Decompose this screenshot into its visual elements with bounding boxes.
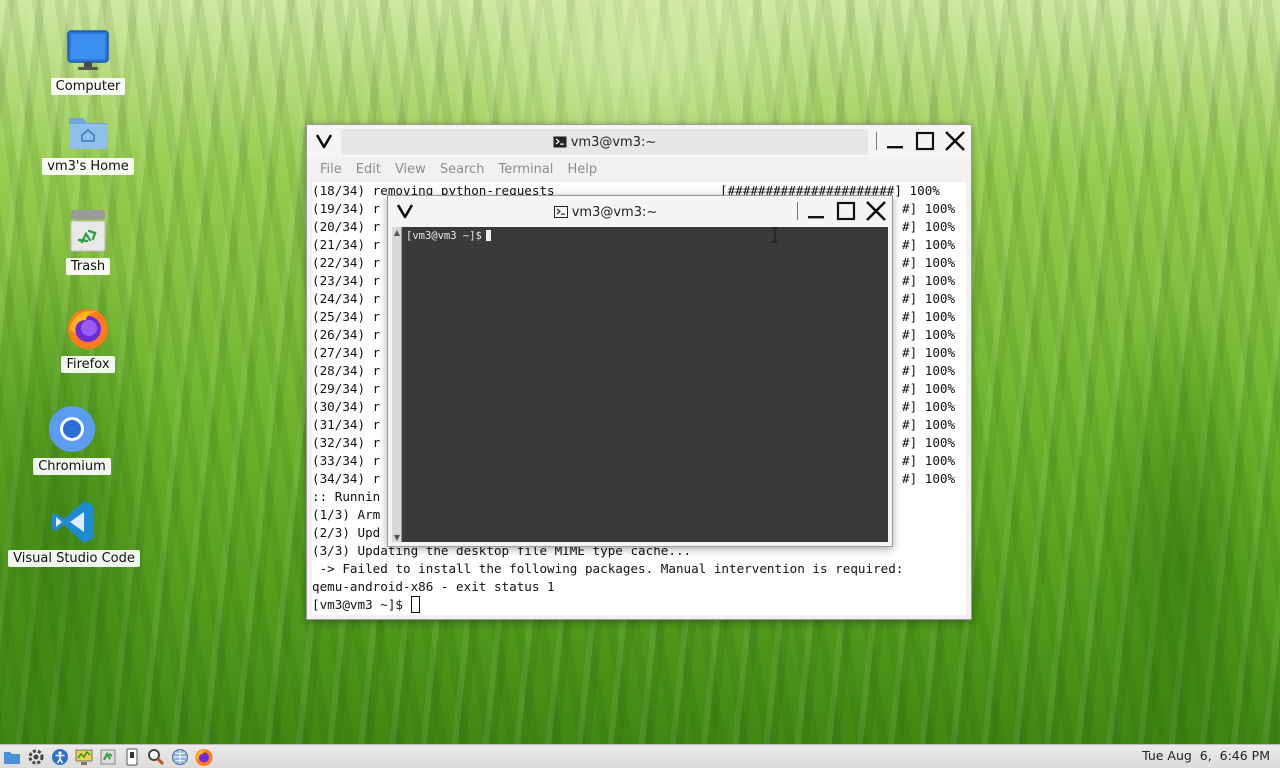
menu-view[interactable]: View (388, 162, 433, 177)
menu-file[interactable]: File (313, 162, 349, 177)
close-icon (866, 201, 886, 221)
menu-help[interactable]: Help (560, 162, 604, 177)
scrollbar[interactable]: ▲ ▼ (392, 227, 402, 542)
menu-search[interactable]: Search (433, 162, 492, 177)
minimize-button[interactable] (883, 129, 907, 153)
settings-icon (28, 749, 44, 764)
shell-prompt: [vm3@vm3 ~]$ (312, 597, 411, 612)
terminal-prompt-line[interactable]: [vm3@vm3 ~]$ (312, 596, 966, 614)
menu-bar: File Edit View Search Terminal Help (307, 157, 971, 181)
minimize-button[interactable] (804, 199, 828, 223)
desktop-icon-computer[interactable]: Computer (28, 24, 148, 95)
system-monitor-launcher[interactable] (72, 746, 96, 768)
maximize-button[interactable] (834, 199, 858, 223)
close-icon (945, 131, 965, 151)
home-folder-icon (65, 104, 111, 154)
shell-prompt: [vm3@vm3 ~]$ (406, 230, 482, 242)
maximize-icon (915, 131, 935, 151)
window-title: vm3@vm3:~ (341, 129, 868, 155)
maximize-icon (836, 201, 856, 221)
network-launcher[interactable] (168, 746, 192, 768)
window-titlebar[interactable]: vm3@vm3:~ (388, 196, 892, 226)
network-icon (172, 748, 188, 765)
minimize-icon (808, 216, 824, 219)
window-menu-icon (315, 134, 333, 149)
desktop-icon-label: Chromium (33, 458, 111, 475)
firefox-icon (64, 302, 112, 352)
window-titlebar[interactable]: vm3@vm3:~ (307, 125, 971, 157)
terminal-icon (553, 136, 567, 148)
desktop-icon-vscode[interactable]: Visual Studio Code (8, 496, 140, 567)
desktop-icon-label: Trash (65, 258, 111, 275)
titlebar-separator (797, 202, 798, 220)
trash-icon (65, 204, 111, 254)
desktop-icon-label: vm3's Home (42, 158, 134, 175)
recycle-launcher[interactable] (96, 746, 120, 768)
system-monitor-icon (75, 749, 93, 765)
power-icon (126, 748, 138, 765)
terminal-line: -> Failed to install the following packa… (312, 561, 904, 576)
search-icon (148, 748, 165, 765)
scroll-up-icon[interactable]: ▲ (392, 227, 402, 237)
maximize-button[interactable] (913, 129, 937, 153)
chromium-icon (47, 404, 97, 454)
window-menu-button[interactable] (307, 125, 341, 157)
desktop-icon-home[interactable]: vm3's Home (28, 104, 148, 175)
taskbar: Tue Aug 6, 6:46 PM (0, 744, 1280, 768)
search-launcher[interactable] (144, 746, 168, 768)
firefox-launcher[interactable] (192, 746, 216, 768)
window-menu-icon (396, 204, 414, 219)
close-button[interactable] (864, 199, 888, 223)
menu-edit[interactable]: Edit (349, 162, 388, 177)
terminal-line: qemu-android-x86 - exit status 1 (312, 579, 555, 594)
firefox-icon (195, 748, 213, 766)
file-manager-icon (4, 751, 20, 764)
file-manager-launcher[interactable] (0, 746, 24, 768)
close-button[interactable] (943, 129, 967, 153)
terminal-body[interactable]: ▲ ▼ [vm3@vm3 ~]$ (392, 227, 888, 542)
text-cursor (485, 230, 491, 241)
terminal-icon (553, 206, 568, 218)
window-title-text: vm3@vm3:~ (571, 204, 658, 220)
window-title: vm3@vm3:~ (422, 199, 789, 225)
text-cursor (410, 596, 420, 613)
titlebar-separator (876, 132, 877, 150)
minimize-icon (887, 146, 903, 149)
desktop-icon-firefox[interactable]: Firefox (28, 302, 148, 373)
ibeam-cursor-icon (772, 227, 778, 243)
desktop-icon-label: Computer (50, 78, 126, 95)
taskbar-clock[interactable]: Tue Aug 6, 6:46 PM (1142, 748, 1270, 763)
terminal-prompt-line[interactable]: [vm3@vm3 ~]$ (406, 230, 491, 242)
accessibility-launcher[interactable] (48, 746, 72, 768)
vscode-icon (50, 496, 98, 546)
recycle-icon (100, 749, 116, 764)
power-launcher[interactable] (120, 746, 144, 768)
menu-terminal[interactable]: Terminal (491, 162, 560, 177)
window-title-text: vm3@vm3:~ (570, 134, 657, 150)
front-terminal-window[interactable]: vm3@vm3:~ ▲ ▼ [vm3@vm3 ~]$ (387, 195, 893, 547)
desktop-icon-chromium[interactable]: Chromium (12, 404, 132, 475)
computer-icon (65, 24, 111, 74)
window-menu-button[interactable] (388, 195, 422, 227)
scroll-down-icon[interactable]: ▼ (392, 532, 402, 542)
desktop-icon-label: Firefox (61, 356, 115, 373)
settings-launcher[interactable] (24, 746, 48, 768)
desktop-icon-trash[interactable]: Trash (28, 204, 148, 275)
desktop-icon-label: Visual Studio Code (8, 550, 140, 567)
accessibility-icon (52, 748, 68, 765)
